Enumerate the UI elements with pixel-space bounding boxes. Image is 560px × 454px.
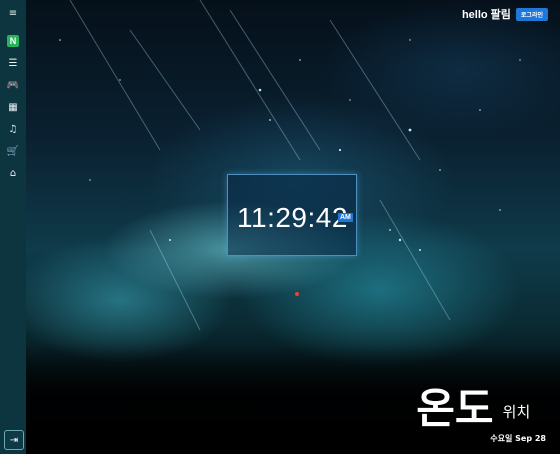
- greeting-text: hello 팔림: [461, 9, 511, 21]
- menu-icon[interactable]: ≡: [0, 2, 26, 24]
- list-icon[interactable]: ☰: [0, 52, 26, 74]
- temperature-text: 온도: [416, 384, 494, 433]
- calculator-icon[interactable]: ▦: [0, 96, 26, 118]
- user-header: hello 팔림 로그라인: [462, 6, 548, 22]
- weather-widget: 온도 위치 수요일 Sep 28: [416, 387, 546, 444]
- date-text: 수요일 Sep 28: [490, 434, 546, 443]
- ampm-badge: AM: [338, 213, 353, 222]
- logout-icon[interactable]: ⇥: [4, 430, 24, 450]
- naver-badge: N: [7, 35, 19, 47]
- cart-icon[interactable]: 🛒: [0, 140, 26, 162]
- clock-time: 11:29:42: [237, 202, 348, 233]
- music-icon[interactable]: ♫: [0, 118, 26, 140]
- home-icon[interactable]: ⌂: [0, 162, 26, 184]
- red-marker: [295, 292, 299, 296]
- sidebar: ≡ N ☰ 🎮 ▦ ♫ 🛒 ⌂ ⇥: [0, 0, 26, 454]
- naver-icon[interactable]: N: [0, 30, 26, 52]
- login-button[interactable]: 로그라인: [515, 7, 548, 21]
- location-text: 위치: [502, 403, 531, 421]
- gamepad-icon[interactable]: 🎮: [0, 74, 26, 96]
- clock-widget: 11:29:42 AM: [227, 174, 357, 256]
